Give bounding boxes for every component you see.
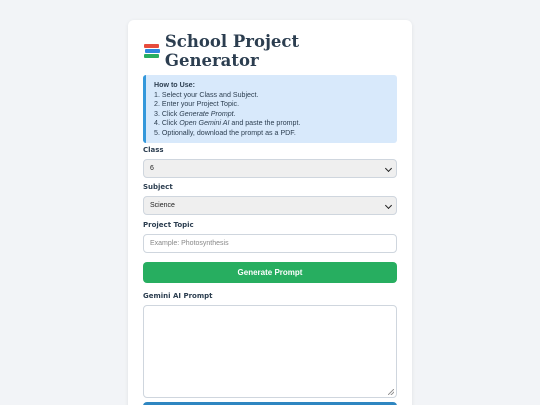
generate-prompt-button[interactable]: Generate Prompt — [143, 262, 397, 283]
class-select[interactable]: 6 — [143, 159, 397, 178]
class-label: Class — [143, 146, 164, 154]
how-to-use-box: How to Use: 1. Select your Class and Sub… — [143, 75, 397, 143]
topic-label: Project Topic — [143, 221, 194, 229]
class-group: Class 6 — [143, 146, 397, 178]
how-to-use-title: How to Use: — [154, 81, 195, 89]
subject-select-value: Science — [150, 202, 175, 209]
how-to-step-3: 3. Click Generate Prompt. — [154, 109, 236, 118]
resize-grip-icon[interactable] — [388, 389, 394, 395]
prompt-label: Gemini AI Prompt — [143, 292, 213, 300]
subject-group: Subject Science — [143, 183, 397, 215]
generate-group: Generate Prompt — [143, 262, 397, 283]
class-select-value: 6 — [150, 165, 154, 172]
page-title-text: School Project Generator — [164, 32, 300, 70]
how-to-step-4: 4. Click Open Gemini AI and paste the pr… — [154, 119, 301, 127]
books-icon — [143, 43, 160, 60]
subject-label: Subject — [143, 183, 173, 191]
how-to-step-2: 2. Enter your Project Topic. — [154, 100, 240, 108]
topic-group: Project Topic Example: Photosynthesis — [143, 221, 397, 253]
topic-placeholder: Example: Photosynthesis — [150, 240, 229, 247]
prompt-group: Gemini AI Prompt — [143, 292, 397, 398]
how-to-step-5: 5. Optionally, download the prompt as a … — [154, 128, 296, 137]
topic-input[interactable]: Example: Photosynthesis — [143, 234, 397, 253]
how-to-step-1: 1. Select your Class and Subject. — [154, 90, 259, 99]
subject-select[interactable]: Science — [143, 196, 397, 215]
chevron-down-icon — [384, 164, 393, 173]
chevron-down-icon — [384, 201, 393, 210]
page-title: School Project Generator — [143, 32, 397, 70]
prompt-textarea[interactable] — [143, 305, 397, 398]
generator-card: School Project Generator How to Use: 1. … — [128, 20, 412, 405]
